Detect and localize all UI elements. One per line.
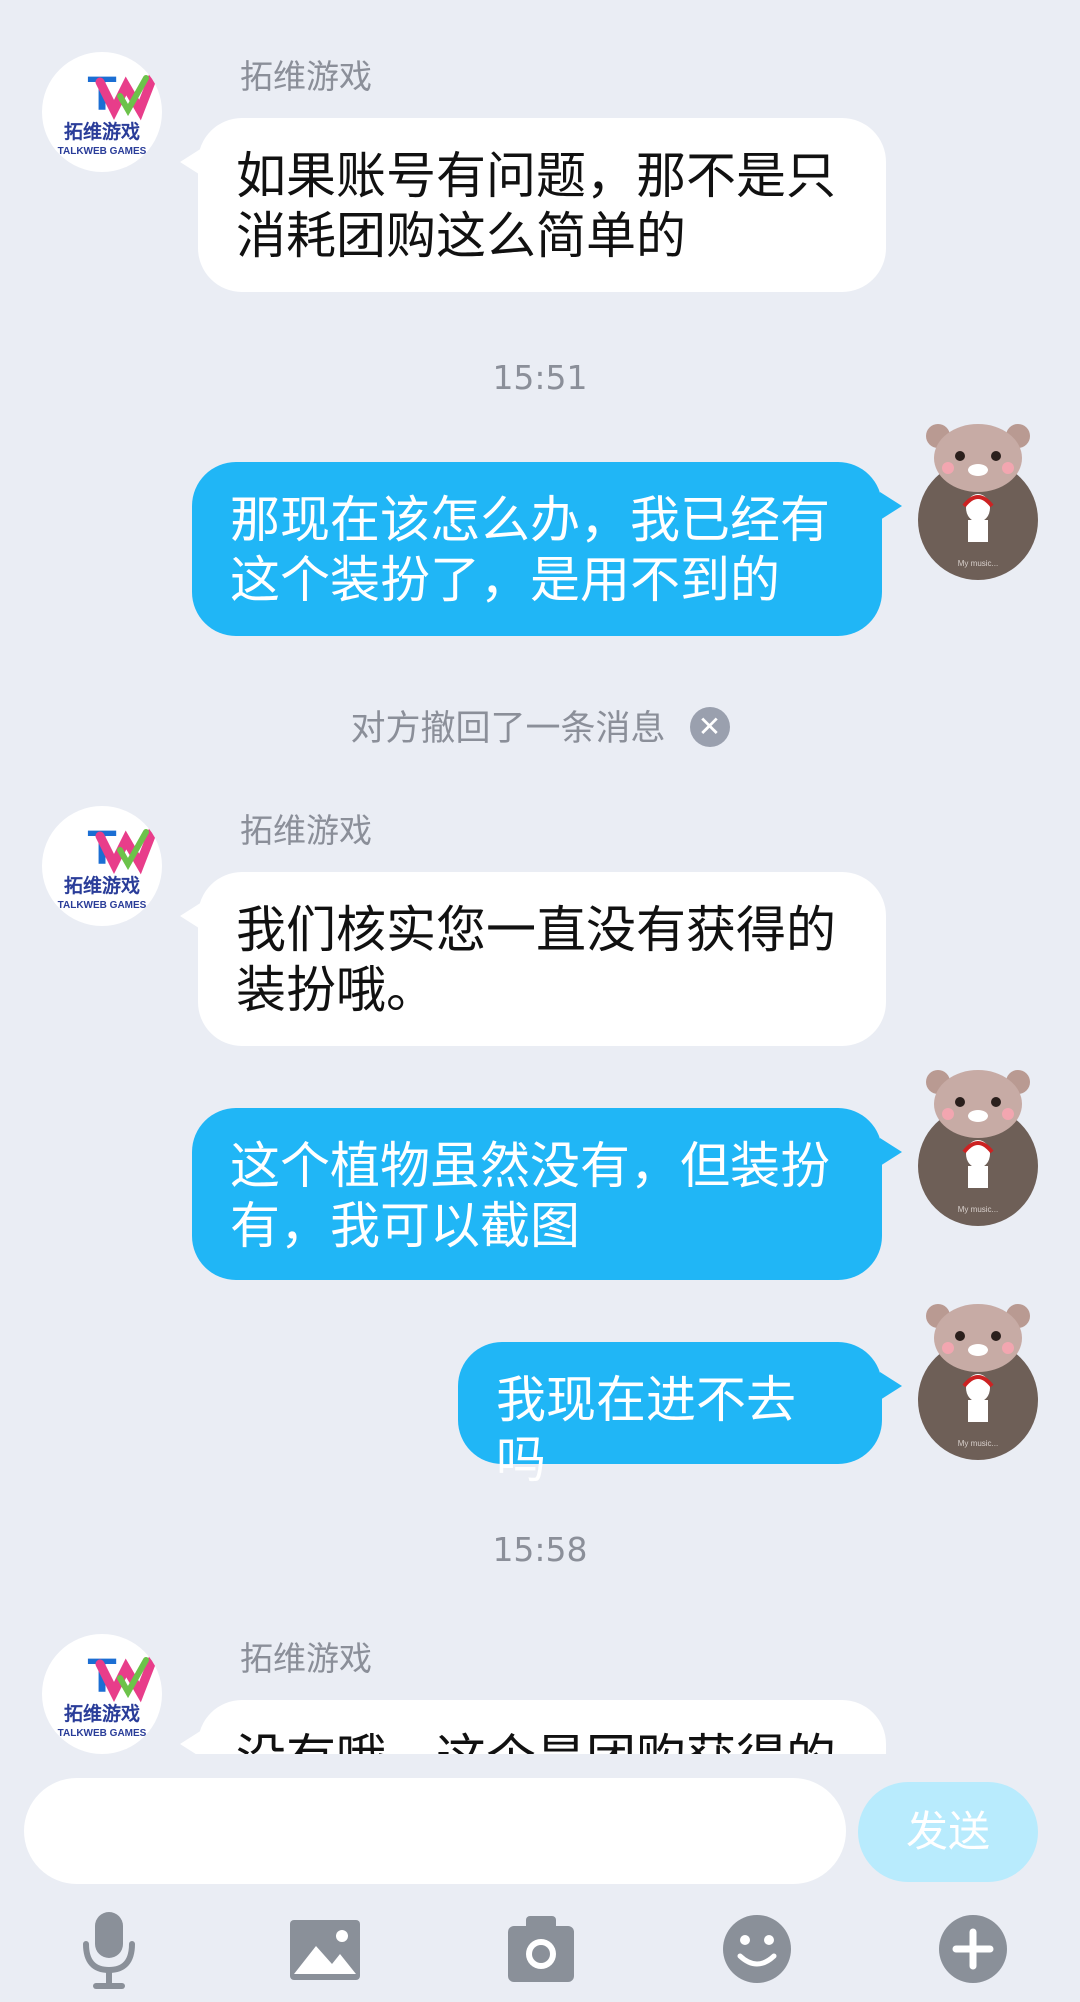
message-input[interactable]	[24, 1778, 846, 1884]
svg-text:My music...: My music...	[958, 1439, 998, 1448]
recall-notice: 对方撤回了一条消息 ✕	[0, 700, 1080, 751]
message-text: 如果账号有问题，那不是只	[236, 147, 836, 205]
svg-text:TALKWEB GAMES: TALKWEB GAMES	[58, 146, 147, 157]
talkweb-logo-icon: T 拓维游戏 TALKWEB GAMES	[58, 1650, 159, 1739]
message-text: 我们核实您一直没有获得的	[236, 901, 836, 959]
hamster-avatar-icon: My music...	[918, 424, 1038, 580]
incoming-message-bubble[interactable]: 没有哦，这个是团购获得的	[198, 1700, 886, 1754]
message-text: 有，我可以截图	[230, 1197, 580, 1255]
hamster-avatar-icon: My music...	[918, 1304, 1038, 1460]
message-text: 那现在该怎么办，我已经有	[230, 491, 830, 549]
sender-name: 拓维游戏	[240, 1639, 372, 1678]
message-text: 装扮哦。	[236, 961, 436, 1019]
image-button[interactable]	[280, 1904, 370, 1994]
message-text: 消耗团购这么简单的	[236, 207, 686, 265]
svg-text:My music...: My music...	[958, 559, 998, 568]
send-button[interactable]: 发送	[858, 1782, 1038, 1882]
bubble-tail	[880, 492, 902, 520]
talkweb-logo-icon: T 拓维游戏 TALKWEB GAMES	[58, 68, 159, 157]
svg-text:My music...: My music...	[958, 1205, 998, 1214]
svg-text:拓维游戏: 拓维游戏	[64, 1702, 140, 1725]
plus-icon	[939, 1915, 1007, 1983]
mic-icon	[83, 1912, 135, 1989]
emoji-icon	[723, 1915, 791, 1983]
message-text: 这个装扮了，是用不到的	[230, 551, 780, 609]
svg-text:拓维游戏: 拓维游戏	[64, 120, 140, 143]
timestamp: 15:58	[492, 1530, 588, 1569]
message-text: 我现在进不去吗	[496, 1371, 796, 1489]
contact-avatar[interactable]: T 拓维游戏 TALKWEB GAMES	[42, 52, 162, 172]
camera-button[interactable]	[496, 1904, 586, 1994]
outgoing-message-bubble[interactable]: 这个植物虽然没有，但装扮 有，我可以截图	[192, 1108, 882, 1280]
svg-text:TALKWEB GAMES: TALKWEB GAMES	[58, 900, 147, 911]
camera-icon	[508, 1916, 574, 1982]
user-avatar[interactable]: My music...	[916, 1296, 1040, 1466]
plus-button[interactable]	[928, 1904, 1018, 1994]
outgoing-message-bubble[interactable]: 那现在该怎么办，我已经有 这个装扮了，是用不到的	[192, 462, 882, 636]
image-icon	[290, 1920, 360, 1980]
sender-name: 拓维游戏	[240, 811, 372, 850]
emoji-button[interactable]	[712, 1904, 802, 1994]
recall-text: 对方撤回了一条消息	[350, 709, 666, 749]
talkweb-logo-icon: T 拓维游戏 TALKWEB GAMES	[58, 822, 159, 911]
chat-area[interactable]: T 拓维游戏 TALKWEB GAMES 拓维游戏 如果账号有问题，那不是只 消…	[0, 0, 1080, 1754]
mic-button[interactable]	[64, 1904, 154, 1994]
input-bar: 发送	[0, 1754, 1080, 2002]
contact-avatar[interactable]: T 拓维游戏 TALKWEB GAMES	[42, 1634, 162, 1754]
incoming-message-bubble[interactable]: 如果账号有问题，那不是只 消耗团购这么简单的	[198, 118, 886, 292]
message-text: 这个植物虽然没有，但装扮	[230, 1137, 830, 1195]
user-avatar[interactable]: My music...	[916, 1062, 1040, 1232]
outgoing-message-bubble[interactable]: 我现在进不去吗	[458, 1342, 882, 1489]
message-text: 没有哦，这个是团购获得的	[236, 1728, 848, 1754]
bubble-tail	[880, 1372, 902, 1400]
contact-avatar[interactable]: T 拓维游戏 TALKWEB GAMES	[42, 806, 162, 926]
close-icon[interactable]: ✕	[689, 707, 730, 747]
svg-text:拓维游戏: 拓维游戏	[64, 874, 140, 897]
svg-text:TALKWEB GAMES: TALKWEB GAMES	[58, 1728, 147, 1739]
incoming-message-bubble[interactable]: 我们核实您一直没有获得的 装扮哦。	[198, 872, 886, 1046]
user-avatar[interactable]: My music...	[916, 416, 1040, 586]
timestamp: 15:51	[492, 358, 588, 397]
bubble-tail	[880, 1138, 902, 1166]
hamster-avatar-icon: My music...	[918, 1070, 1038, 1226]
sender-name: 拓维游戏	[240, 57, 372, 96]
